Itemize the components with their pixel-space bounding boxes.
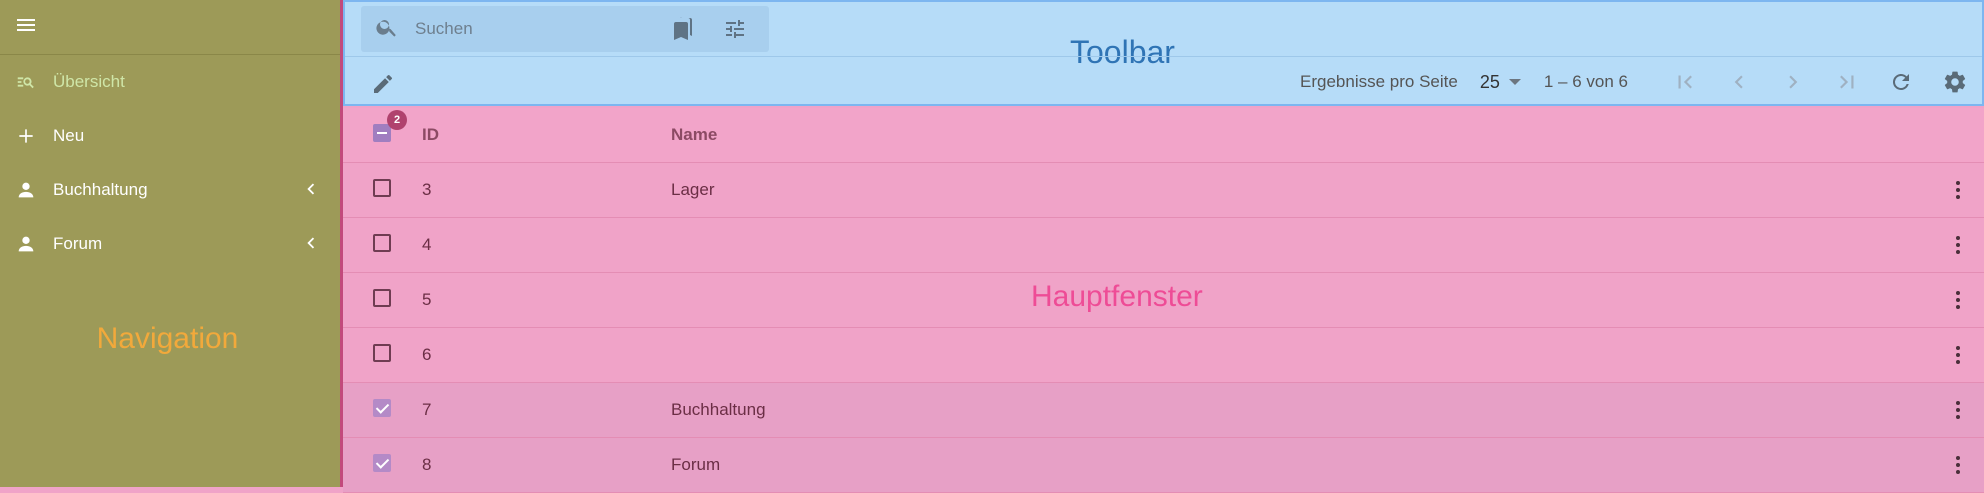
table-row[interactable]: 4	[343, 218, 1984, 273]
paginator: Ergebnisse pro Seite 25 1 – 6 von 6	[1300, 58, 1982, 106]
table-row[interactable]: 3 Lager	[343, 163, 1984, 218]
column-header-id[interactable]: ID	[422, 125, 439, 145]
rows-per-page-label: Ergebnisse pro Seite	[1300, 72, 1458, 91]
more-vert-icon[interactable]	[1946, 288, 1970, 317]
chevron-left-icon[interactable]	[300, 178, 322, 205]
toolbar-divider	[345, 56, 1982, 57]
bookmarks-icon[interactable]	[671, 17, 695, 46]
table-row[interactable]: 6	[343, 328, 1984, 383]
row-checkbox[interactable]	[373, 454, 391, 472]
row-checkbox[interactable]	[373, 234, 391, 252]
toolbar: Toolbar Ergebnisse pro Seite 25 1 – 6 vo…	[343, 0, 1984, 106]
nav-item-label: Buchhaltung	[53, 180, 148, 199]
page-size-select[interactable]: 25	[1480, 72, 1500, 93]
nav-header	[0, 0, 340, 55]
manage-search-icon	[14, 70, 38, 94]
search-box	[361, 6, 769, 52]
cell-name: Forum	[671, 455, 721, 474]
row-checkbox[interactable]	[373, 399, 391, 417]
select-all-checkbox[interactable]	[373, 124, 391, 142]
cell-id: 3	[422, 180, 432, 199]
cell-id: 8	[422, 455, 432, 474]
nav-item-uebersicht[interactable]: Übersicht	[0, 55, 340, 109]
person-icon	[14, 232, 38, 256]
cell-id: 6	[422, 345, 432, 364]
last-page-icon[interactable]	[1820, 69, 1874, 95]
plus-icon	[14, 124, 38, 148]
table-row[interactable]: 7 Buchhaltung	[343, 383, 1984, 438]
navigation-region-label: Navigation	[96, 322, 239, 355]
row-checkbox[interactable]	[373, 289, 391, 307]
refresh-icon[interactable]	[1874, 70, 1928, 94]
search-input[interactable]	[413, 18, 647, 40]
selected-count-badge: 2	[387, 110, 407, 130]
row-checkbox[interactable]	[373, 344, 391, 362]
more-vert-icon[interactable]	[1946, 178, 1970, 207]
navigation-panel: Übersicht Neu Buchhaltung Forum Navigati…	[0, 0, 343, 487]
more-vert-icon[interactable]	[1946, 343, 1970, 372]
main-area: Toolbar Ergebnisse pro Seite 25 1 – 6 vo…	[343, 0, 1984, 493]
edit-icon[interactable]	[371, 72, 395, 101]
next-page-icon[interactable]	[1766, 69, 1820, 95]
column-header-name[interactable]: Name	[671, 125, 717, 145]
first-page-icon[interactable]	[1658, 69, 1712, 95]
nav-item-label: Forum	[53, 234, 103, 253]
more-vert-icon[interactable]	[1946, 398, 1970, 427]
cell-name: Buchhaltung	[671, 400, 766, 419]
cell-id: 7	[422, 400, 432, 419]
nav-item-forum[interactable]: Forum	[0, 217, 340, 271]
nav-item-label: Neu	[53, 126, 85, 145]
menu-icon[interactable]	[14, 13, 38, 42]
page-range-label: 1 – 6 von 6	[1543, 72, 1628, 91]
table-header-row: 2 ID Name	[343, 108, 1984, 163]
person-icon	[14, 178, 38, 202]
cell-id: 5	[422, 290, 432, 309]
dropdown-arrow-icon[interactable]	[1508, 72, 1522, 92]
nav-item-label: Übersicht	[53, 72, 125, 91]
cell-id: 4	[422, 235, 432, 254]
more-vert-icon[interactable]	[1946, 233, 1970, 262]
table-row[interactable]: 8 Forum	[343, 438, 1984, 493]
main-region-label: Hauptfenster	[1031, 280, 1203, 313]
chevron-left-icon[interactable]	[300, 232, 322, 259]
cell-name: Lager	[671, 180, 715, 199]
nav-item-buchhaltung[interactable]: Buchhaltung	[0, 163, 340, 217]
more-vert-icon[interactable]	[1946, 453, 1970, 482]
nav-item-neu[interactable]: Neu	[0, 109, 340, 163]
previous-page-icon[interactable]	[1712, 69, 1766, 95]
settings-gear-icon[interactable]	[1928, 69, 1982, 95]
tune-icon[interactable]	[723, 17, 747, 46]
toolbar-region-label: Toolbar	[1070, 34, 1175, 70]
search-icon	[375, 15, 399, 44]
row-checkbox[interactable]	[373, 179, 391, 197]
